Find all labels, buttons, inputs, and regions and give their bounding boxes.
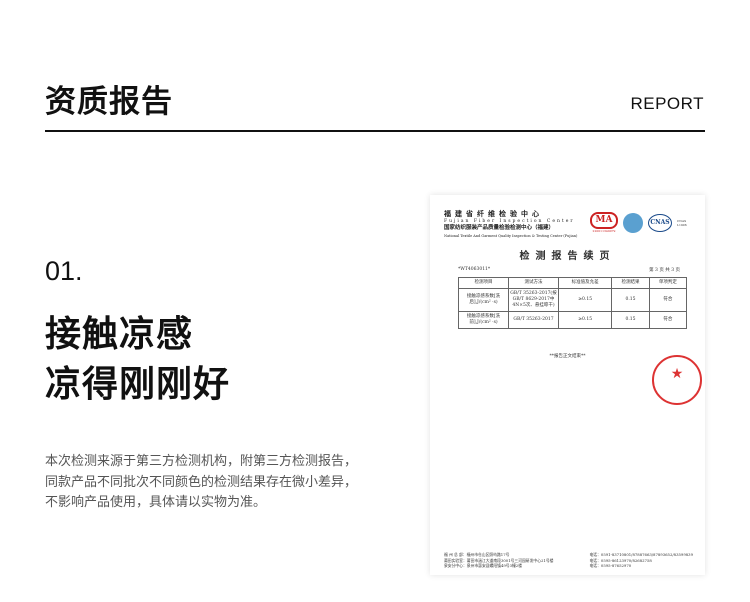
cnas-logo: CNAS xyxy=(648,213,672,232)
table-cell: 符合 xyxy=(648,288,688,312)
description-line: 本次检测来源于第三方检测机构，附第三方检测报告， xyxy=(45,454,358,469)
table-cell: GB/T 35263-2017 xyxy=(508,311,559,329)
cma-logo: MA xyxy=(590,212,618,229)
table-cell: GB/T 35263-2017(按GB/T 8629-2017中4N×5次、悬挂… xyxy=(508,288,559,312)
description-line: 不影响产品使用，具体请以实物为准。 xyxy=(45,495,267,510)
footer-address: 泉安分中心：泉州市惠安县螺阳镇49号3幢2楼 xyxy=(444,563,523,568)
divider xyxy=(45,130,705,132)
column-header: 检测项目 xyxy=(458,277,509,289)
footer-phone: 电话：0591-83710801/87887663/87893652/83599… xyxy=(589,552,693,557)
cnas-text: CNAS L1906 xyxy=(677,218,687,227)
cert-logos: MA 220011349079 CNAS CNAS L1906 xyxy=(590,212,695,233)
headline-line-2: 凉得刚刚好 xyxy=(45,364,231,405)
org-sub: 国家纺织服装产品质量检验检测中心（福建） xyxy=(444,225,555,231)
page-subtitle: REPORT xyxy=(630,94,704,113)
org-header: 福建省纤维检验中心 Fujian Fiber Inspection Center… xyxy=(444,210,577,240)
doc-meta: *WT4063011* 第 3 页 共 3 页 xyxy=(458,267,680,273)
org-name-en: Fujian Fiber Inspection Center xyxy=(444,218,575,224)
column-header: 单项判定 xyxy=(648,277,688,289)
page-title: 资质报告 xyxy=(45,84,173,120)
official-stamp: ★ xyxy=(652,355,702,405)
doc-title: 检测报告续页 xyxy=(519,251,616,262)
description: 本次检测来源于第三方检测机构，附第三方检测报告， 同款产品不同批次不同颜色的检测… xyxy=(45,452,357,514)
results-table: 检测项目 测试方法 标准值及允差 检测结果 单项判定 接触凉感系数[洗后],J/… xyxy=(458,277,688,329)
table-row: 接触凉感系数[洗前],J/(cm² ·s) GB/T 35263-2017 ≥0… xyxy=(458,311,688,329)
doc-footer: 福 州 总 部：福州市仓山区照屿路17号 莆田实验室：莆田市涵江大道南段3001… xyxy=(444,552,693,569)
test-report-image: 福建省纤维检验中心 Fujian Fiber Inspection Center… xyxy=(430,195,705,575)
column-header: 标准值及允差 xyxy=(557,277,613,289)
table-cell: ≥0.15 xyxy=(557,311,613,329)
report-number: *WT4063011* xyxy=(458,267,491,272)
column-header: 测试方法 xyxy=(508,277,559,289)
table-cell: ≥0.15 xyxy=(557,288,613,312)
table-row: 接触凉感系数[洗后],J/(cm² ·s) GB/T 35263-2017(按G… xyxy=(458,288,688,312)
footer-phone: 电话：0595-87652970 xyxy=(589,563,632,568)
page-count: 第 3 页 共 3 页 xyxy=(649,268,680,273)
ilac-logo-icon xyxy=(623,212,643,233)
org-sub-en: National Textile And Garment Quality Ins… xyxy=(444,233,578,238)
table-cell: 0.15 xyxy=(611,311,650,329)
org-name: 福建省纤维检验中心 xyxy=(444,209,543,218)
column-header: 检测结果 xyxy=(611,277,650,289)
table-header: 检测项目 测试方法 标准值及允差 检测结果 单项判定 xyxy=(458,277,688,289)
headline-line-1: 接触凉感 xyxy=(45,314,194,355)
description-line: 同款产品不同批次不同颜色的检测结果存在微小差异， xyxy=(45,474,358,490)
star-icon: ★ xyxy=(670,366,684,382)
table-cell: 接触凉感系数[洗前],J/(cm² ·s) xyxy=(458,311,509,329)
table-cell: 接触凉感系数[洗后],J/(cm² ·s) xyxy=(458,288,509,312)
table-cell: 符合 xyxy=(648,311,688,329)
table-cell: 0.15 xyxy=(611,288,650,312)
cma-number: 220011349079 xyxy=(592,229,616,233)
section-number: 01. xyxy=(45,256,83,286)
